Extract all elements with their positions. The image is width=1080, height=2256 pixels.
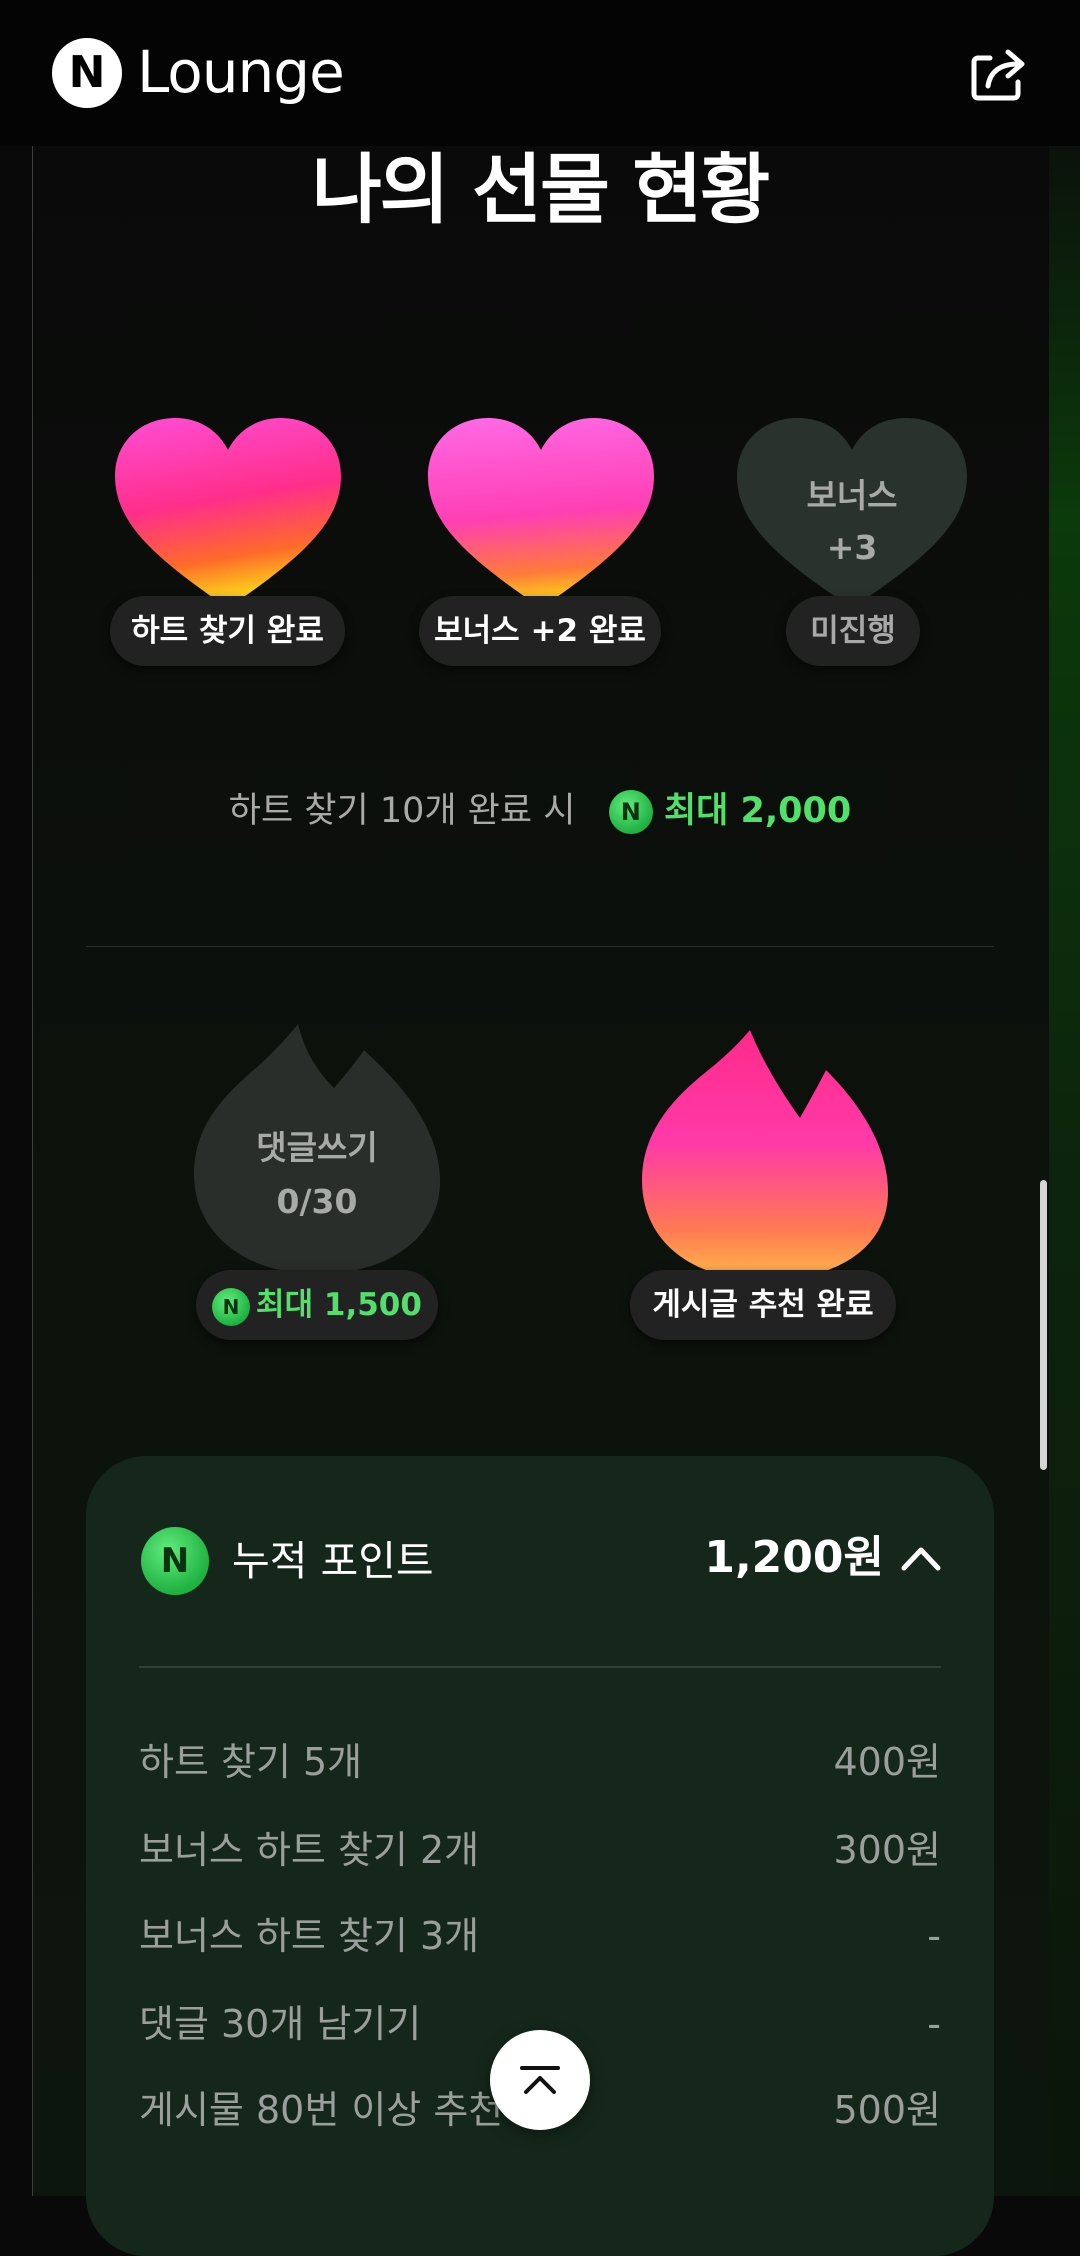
n-coin-icon: N [141,1527,209,1595]
brand-title[interactable]: Lounge [137,36,345,108]
comment-ghost-line2: 0/30 [276,1182,358,1221]
comment-reward-pill: N 최대 1,500 [196,1270,438,1340]
scrollbar[interactable] [1040,1180,1047,1470]
chevron-up-icon[interactable] [900,1540,942,1574]
points-row-label: 보너스 하트 찾기 2개 [139,1828,480,1872]
flame-icon [642,1030,888,1280]
heart-icon [428,418,654,608]
bonus-status-pill: 보너스 +2 완료 [419,596,661,666]
share-icon[interactable] [968,44,1028,104]
reward-amount: 최대 2,000 [663,791,852,831]
comment-reward-amount: 최대 1,500 [256,1287,422,1323]
heart-icon [115,418,341,608]
section-divider [86,946,994,947]
panel-divider [139,1666,941,1668]
arrow-to-top-icon [520,2066,560,2094]
lounge-logo-icon[interactable]: N [52,38,122,108]
heart-reward-info: 하트 찾기 10개 완료 시 N 최대 2,000 [0,786,1080,836]
points-row-value: - [927,2002,941,2046]
reward-prefix: 하트 찾기 10개 완료 시 [228,791,576,831]
points-row-value: - [927,1914,941,1958]
points-row-label: 게시물 80번 이상 추천 [139,2088,504,2132]
points-row-label: 보너스 하트 찾기 3개 [139,1914,480,1958]
comment-ghost-line1: 댓글쓰기 [256,1128,378,1167]
points-row-value: 500원 [833,2088,942,2132]
points-total[interactable]: 1,200원 [704,1528,884,1588]
bonus-ghost-line2: +3 [826,528,878,567]
side-glow [1049,146,1080,2196]
points-row-label: 하트 찾기 5개 [139,1740,363,1784]
points-title: 누적 포인트 [232,1537,434,1585]
points-row-value: 400원 [833,1740,942,1784]
n-coin-icon: N [212,1287,251,1326]
points-row-value: 300원 [833,1828,942,1872]
top-bar: N Lounge [0,0,1080,146]
page-title: 나의 선물 현황 [311,145,770,234]
scroll-to-top-button[interactable] [490,2030,590,2130]
recommend-status-pill: 게시글 추천 완료 [630,1270,896,1340]
heart-status-pill: 하트 찾기 완료 [110,596,345,666]
bonus3-status-pill: 미진행 [786,596,920,666]
bonus-ghost-line1: 보너스 [806,476,898,515]
points-row-label: 댓글 30개 남기기 [139,2002,422,2046]
n-coin-icon: N [608,790,653,834]
